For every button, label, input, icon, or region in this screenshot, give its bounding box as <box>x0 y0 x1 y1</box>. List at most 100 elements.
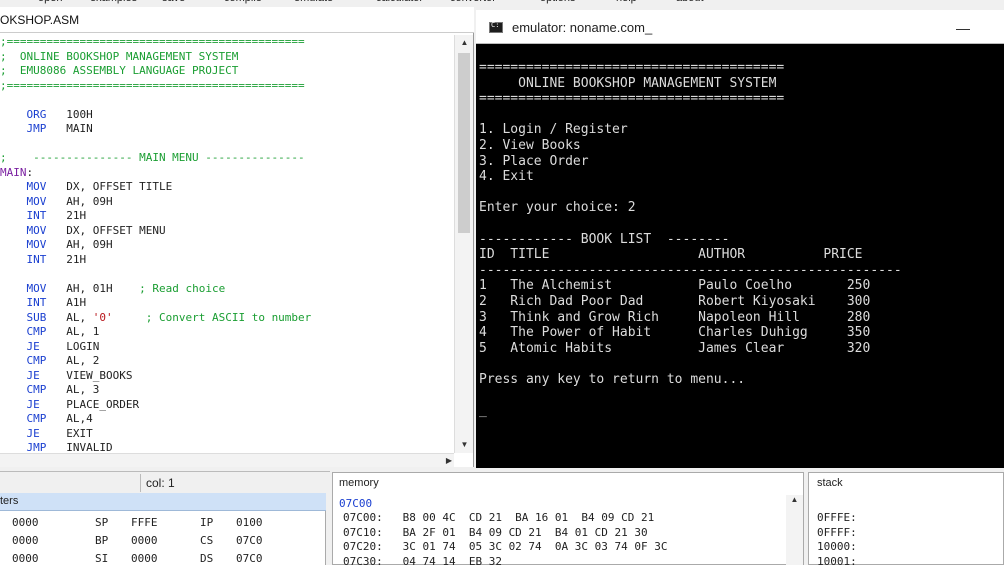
menu-calculator[interactable]: calculator <box>376 0 423 4</box>
scroll-thumb[interactable] <box>458 53 470 233</box>
memory-row: 07C10: BA 2F 01 B4 09 CD 21 B4 01 CD 21 … <box>343 525 648 539</box>
register-value[interactable]: 0000 <box>12 552 39 565</box>
code-line[interactable]: INT 21H <box>0 209 454 224</box>
register-value[interactable]: 07C0 <box>236 552 263 565</box>
stack-row: 10001: <box>817 554 857 565</box>
code-area[interactable]: ;=======================================… <box>0 35 454 455</box>
emulator-screen-window[interactable]: emulator: noname.com_ — ================… <box>476 10 1004 468</box>
code-token: AL, 1 <box>46 325 100 338</box>
code-line[interactable]: JE LOGIN <box>0 340 454 355</box>
code-token: AL,4 <box>46 412 93 425</box>
code-line[interactable]: ;=======================================… <box>0 79 454 94</box>
code-line[interactable]: CMP AL, 2 <box>0 354 454 369</box>
code-token: DX, OFFSET TITLE <box>46 180 173 193</box>
code-token: MOV <box>26 238 47 251</box>
code-token: MOV <box>26 194 47 208</box>
code-token: INT <box>26 252 47 266</box>
console-line: 3 Think and Grow Rich Napoleon Hill 280 <box>479 309 871 325</box>
console-line: ----------------------------------------… <box>479 262 902 278</box>
code-line[interactable]: CMP AL,4 <box>0 412 454 427</box>
code-line[interactable]: ; ONLINE BOOKSHOP MANAGEMENT SYSTEM <box>0 50 454 65</box>
code-line[interactable]: MOV AH, 09H <box>0 238 454 253</box>
scroll-up-arrow-icon[interactable]: ▲ <box>791 495 799 504</box>
code-line[interactable]: CMP AL, 1 <box>0 325 454 340</box>
code-line[interactable]: ORG 100H <box>0 108 454 123</box>
code-line[interactable] <box>0 137 454 152</box>
code-line[interactable]: ; --------------- MAIN MENU ------------… <box>0 151 454 166</box>
code-token: INT <box>26 296 47 309</box>
menu-save[interactable]: save <box>162 0 185 4</box>
code-token: ; EMU8086 ASSEMBLY LANGUAGE PROJECT <box>0 64 239 77</box>
code-line[interactable]: ; EMU8086 ASSEMBLY LANGUAGE PROJECT <box>0 64 454 79</box>
code-line[interactable] <box>0 93 454 108</box>
minimize-icon[interactable]: — <box>954 20 972 36</box>
code-line[interactable]: MOV DX, OFFSET MENU <box>0 224 454 239</box>
register-value[interactable]: 0000 <box>12 516 39 529</box>
menu-options[interactable]: options <box>540 0 575 4</box>
console-line: 1 The Alchemist Paulo Coelho 250 <box>479 278 871 294</box>
menu-convertor[interactable]: convertor <box>450 0 496 4</box>
register-value[interactable]: 0000 <box>131 552 158 565</box>
code-line[interactable]: MOV AH, 09H <box>0 195 454 210</box>
code-line[interactable]: MOV DX, OFFSET TITLE <box>0 180 454 195</box>
memory-address[interactable]: 07C00 <box>339 497 372 510</box>
emulator-title-bar[interactable]: emulator: noname.com_ — <box>476 10 1004 44</box>
register-value[interactable]: 07C0 <box>236 534 263 547</box>
code-line[interactable]: INT A1H <box>0 296 454 311</box>
code-token: DX, OFFSET MENU <box>46 223 166 237</box>
menu-emulate[interactable]: emulate <box>294 0 333 4</box>
source-editor[interactable]: OKSHOP.ASM ;============================… <box>0 7 474 467</box>
code-line[interactable]: ;=======================================… <box>0 35 454 50</box>
menu-compile[interactable]: compile <box>224 0 262 4</box>
console-line: ID TITLE AUTHOR PRICE <box>479 247 863 263</box>
code-line[interactable]: CMP AL, 3 <box>0 383 454 398</box>
code-line[interactable]: JMP MAIN <box>0 122 454 137</box>
code-line[interactable]: MAIN: <box>0 166 454 181</box>
code-line[interactable]: JE EXIT <box>0 427 454 442</box>
scroll-up-arrow-icon[interactable]: ▲ <box>455 35 474 51</box>
console-line: Press any key to return to menu... <box>479 371 746 387</box>
column-indicator: col: 1 <box>146 476 175 490</box>
editor-horizontal-scrollbar[interactable]: ▶ <box>0 453 454 467</box>
editor-status-bar: col: 1 <box>0 471 330 493</box>
register-value[interactable]: 0100 <box>236 516 263 529</box>
register-value[interactable]: 0000 <box>131 534 158 547</box>
code-line[interactable]: JE PLACE_ORDER <box>0 398 454 413</box>
stack-row: 0FFFF: <box>817 525 857 539</box>
code-token: AL, 2 <box>46 354 100 367</box>
code-token: ;=======================================… <box>0 78 305 92</box>
scroll-right-arrow-icon[interactable]: ▶ <box>446 454 452 468</box>
menu-help[interactable]: help <box>616 0 637 4</box>
memory-scrollbar[interactable]: ▲ <box>786 495 803 565</box>
console-line: Enter your choice: 2 <box>479 200 636 216</box>
menu-open[interactable]: open <box>38 0 62 4</box>
console-output[interactable]: ======================================= … <box>476 46 1004 468</box>
memory-title: memory <box>339 477 379 489</box>
status-divider <box>140 474 141 492</box>
editor-vertical-scrollbar[interactable]: ▲ ▼ <box>454 35 473 453</box>
console-line: _ <box>479 403 487 419</box>
code-line[interactable]: JE VIEW_BOOKS <box>0 369 454 384</box>
console-line: 4 The Power of Habit Charles Duhigg 350 <box>479 325 871 341</box>
code-line[interactable]: MOV AH, 01H ; Read choice <box>0 282 454 297</box>
menu-about[interactable]: about <box>676 0 704 4</box>
code-token: ORG <box>26 107 47 121</box>
console-line: 2 Rich Dad Poor Dad Robert Kiyosaki 300 <box>479 293 871 309</box>
register-value[interactable]: 0000 <box>12 534 39 547</box>
code-line[interactable]: SUB AL, '0' ; Convert ASCII to number <box>0 311 454 326</box>
register-value[interactable]: FFFE <box>131 516 158 529</box>
emulator-title: emulator: noname.com_ <box>512 20 653 35</box>
menu-examples[interactable]: examples <box>90 0 137 4</box>
code-line[interactable]: INT 21H <box>0 253 454 268</box>
console-line: ONLINE BOOKSHOP MANAGEMENT SYSTEM <box>479 75 777 91</box>
stack-title: stack <box>817 477 843 489</box>
scroll-down-arrow-icon[interactable]: ▼ <box>455 437 474 453</box>
code-line[interactable] <box>0 267 454 282</box>
